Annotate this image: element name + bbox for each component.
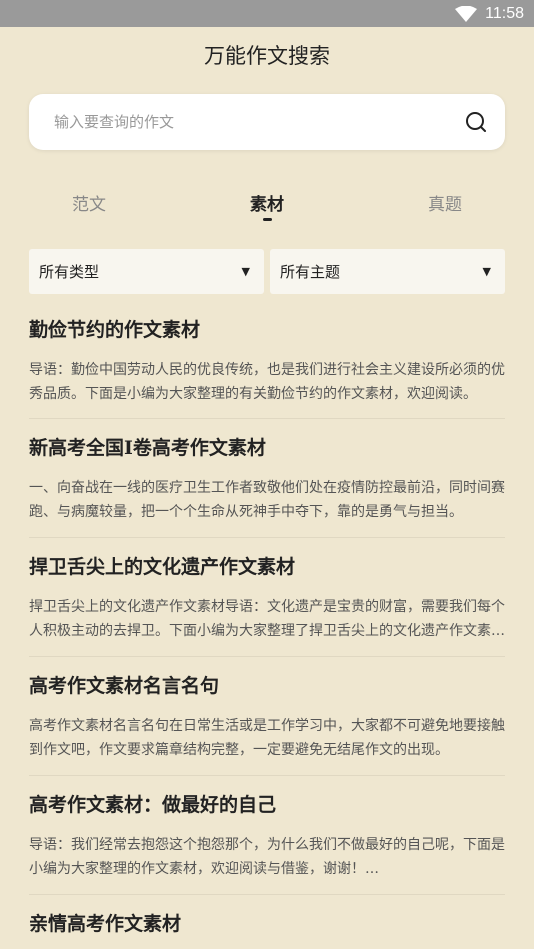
caret-down-icon: ▼ bbox=[482, 265, 491, 278]
article-excerpt: 高考作文素材名言名句在日常生活或是工作学习中，大家都不可避免地要接触到作文吧，作… bbox=[29, 718, 505, 758]
tab-bar: 范文 素材 真题 bbox=[0, 190, 534, 224]
article-item[interactable]: 勤俭节约的作文素材 导语：勤俭中国劳动人民的优良传统，也是我们进行社会主义建设所… bbox=[29, 318, 505, 406]
article-title[interactable]: 高考作文素材：做最好的自己 bbox=[29, 793, 505, 817]
article-title[interactable]: 新高考全国I卷高考作文素材 bbox=[29, 436, 505, 460]
tab-label: 真题 bbox=[428, 195, 462, 215]
article-title[interactable]: 亲情高考作文素材 bbox=[29, 912, 505, 936]
article-item[interactable]: 新高考全国I卷高考作文素材 一、向奋战在一线的医疗卫生工作者致敬他们处在疫情防控… bbox=[29, 436, 505, 524]
divider bbox=[29, 418, 505, 419]
article-item[interactable]: 亲情高考作文素材 bbox=[29, 912, 505, 936]
article-item[interactable]: 高考作文素材名言名句 高考作文素材名言名句在日常生活或是工作学习中，大家都不可避… bbox=[29, 674, 505, 762]
tab-materials[interactable]: 素材 bbox=[207, 190, 327, 221]
tab-label: 素材 bbox=[250, 195, 284, 215]
article-title[interactable]: 高考作文素材名言名句 bbox=[29, 674, 505, 698]
tab-essays[interactable]: 范文 bbox=[29, 190, 149, 215]
divider bbox=[29, 894, 505, 895]
article-item[interactable]: 捍卫舌尖上的文化遗产作文素材 捍卫舌尖上的文化遗产作文素材导语：文化遗产是宝贵的… bbox=[29, 555, 505, 643]
tab-label: 范文 bbox=[72, 195, 106, 215]
theme-filter-label: 所有主题 bbox=[280, 263, 341, 281]
tab-real-questions[interactable]: 真题 bbox=[385, 190, 505, 215]
type-filter-label: 所有类型 bbox=[39, 263, 100, 281]
article-excerpt: 一、向奋战在一线的医疗卫生工作者致敬他们处在疫情防控最前沿，同时间赛跑、与病魔较… bbox=[29, 480, 505, 520]
status-bar: 11:58 bbox=[0, 0, 534, 27]
article-excerpt: 捍卫舌尖上的文化遗产作文素材导语：文化遗产是宝贵的财富，需要我们每个人积极主动的… bbox=[29, 599, 505, 639]
article-excerpt: 导语：勤俭中国劳动人民的优良传统，也是我们进行社会主义建设所必须的优秀品质。下面… bbox=[29, 362, 505, 402]
divider bbox=[29, 775, 505, 776]
search-input[interactable] bbox=[52, 112, 465, 132]
search-box[interactable] bbox=[29, 94, 505, 150]
divider bbox=[29, 656, 505, 657]
status-time: 11:58 bbox=[485, 4, 524, 22]
active-tab-indicator bbox=[263, 218, 272, 221]
article-title[interactable]: 捍卫舌尖上的文化遗产作文素材 bbox=[29, 555, 505, 579]
article-excerpt: 导语：我们经常去抱怨这个抱怨那个，为什么我们不做最好的自己呢，下面是小编为大家整… bbox=[29, 837, 505, 877]
search-icon[interactable] bbox=[465, 111, 487, 133]
article-title[interactable]: 勤俭节约的作文素材 bbox=[29, 318, 505, 342]
caret-down-icon: ▼ bbox=[241, 265, 250, 278]
divider bbox=[29, 537, 505, 538]
theme-filter-dropdown[interactable]: 所有主题 ▼ bbox=[270, 249, 505, 294]
article-item[interactable]: 高考作文素材：做最好的自己 导语：我们经常去抱怨这个抱怨那个，为什么我们不做最好… bbox=[29, 793, 505, 881]
wifi-icon bbox=[455, 5, 478, 22]
page-title: 万能作文搜索 bbox=[204, 44, 330, 68]
type-filter-dropdown[interactable]: 所有类型 ▼ bbox=[29, 249, 264, 294]
